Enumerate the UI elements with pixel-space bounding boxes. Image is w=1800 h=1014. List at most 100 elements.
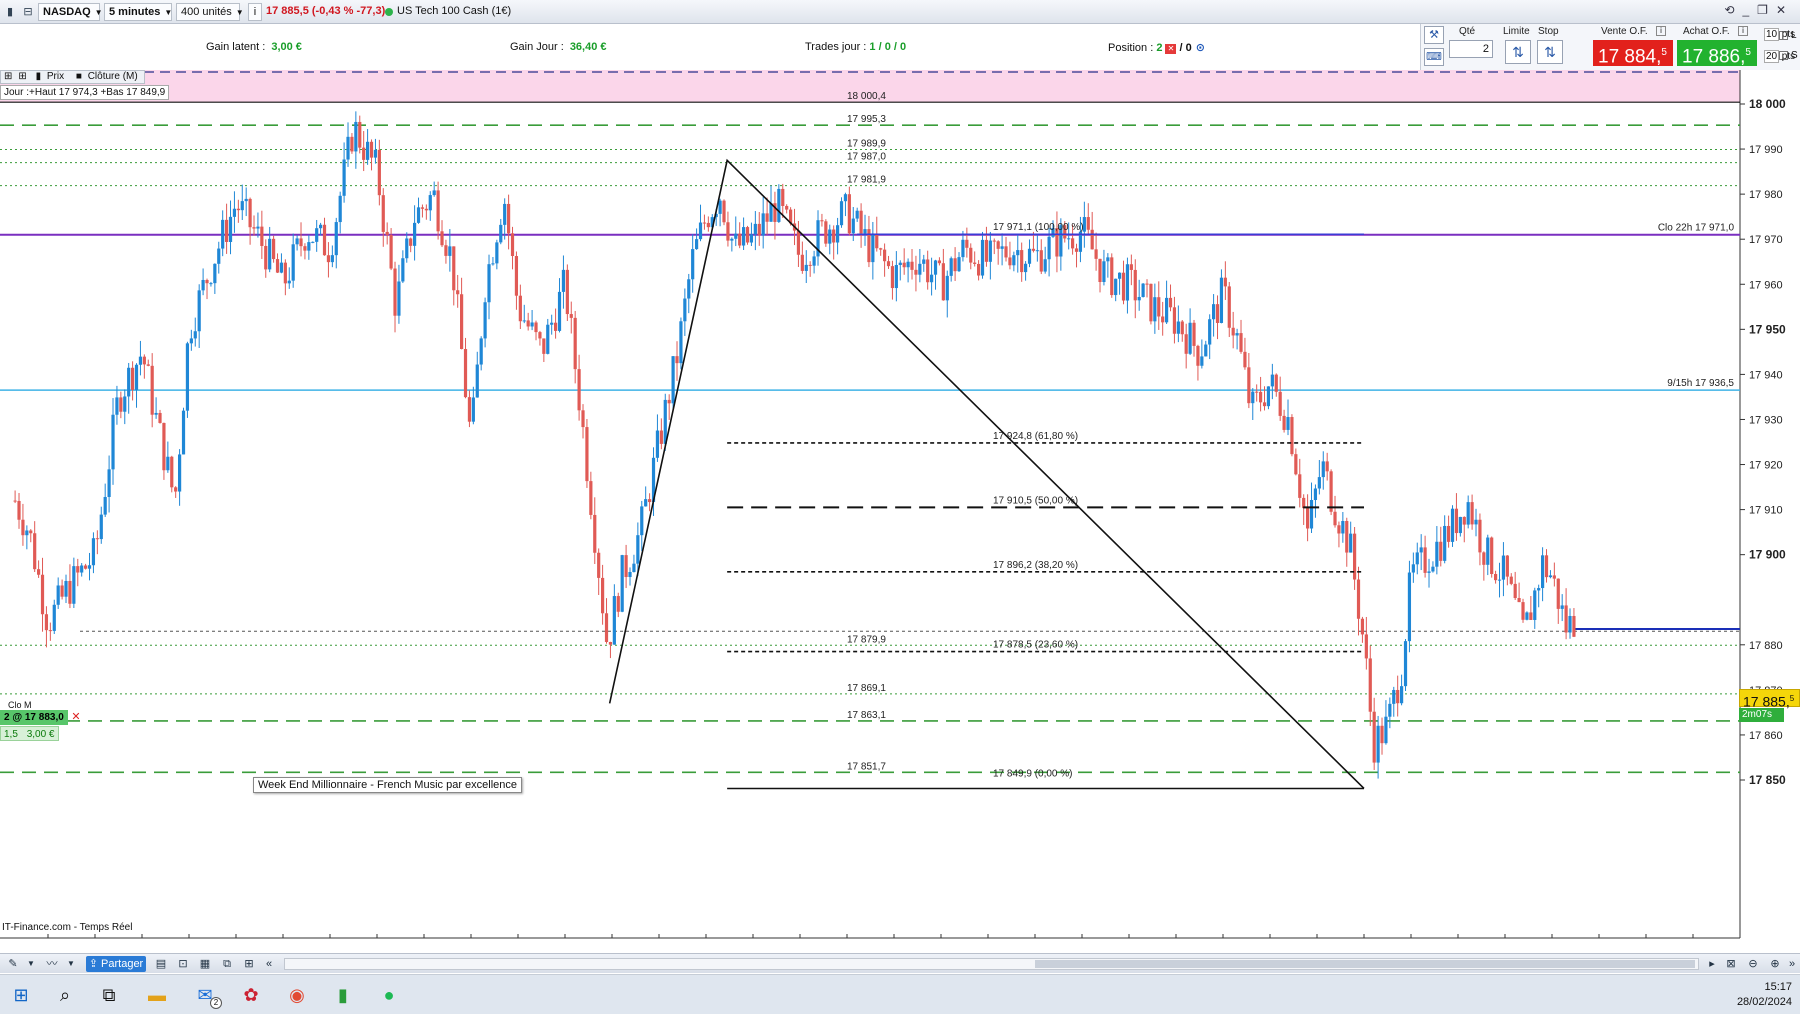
restore-icon[interactable]: ❐ <box>1757 3 1776 17</box>
chart-legend-bar: ⊞ ⊞ ▮ Prix ■ Clôture (M) <box>0 70 145 84</box>
sell-price-button[interactable]: 17 884,5 <box>1593 40 1673 68</box>
scroll-left-fast-icon[interactable]: « <box>262 956 276 972</box>
price-chart[interactable]: 18 000 17 990 17 980 17 970 17 960 17 950 17 9… <box>0 70 1800 940</box>
legend-price[interactable]: ▮ Prix <box>33 71 71 83</box>
status-dot-icon <box>385 8 393 16</box>
prorealtime-icon[interactable]: ▮ <box>330 983 356 1007</box>
candle-body <box>530 322 534 327</box>
chart-type-icon[interactable]: ▮ <box>2 3 18 21</box>
lock-icon[interactable]: ⊟ <box>20 3 36 21</box>
y-tick-label: 17 930 <box>1749 414 1783 426</box>
candle-body <box>949 258 953 276</box>
alert-icon[interactable]: ⊡ <box>174 956 192 972</box>
candle-body <box>448 246 452 256</box>
candle-body <box>1466 502 1470 525</box>
candle-body <box>945 275 949 301</box>
system-clock[interactable]: 15:17 28/02/2024 <box>1737 980 1792 1010</box>
stop-pts-input[interactable]: 20 <box>1764 50 1779 63</box>
game-icon[interactable]: ✿ <box>238 983 264 1007</box>
mail-badge: 2 <box>210 997 222 1009</box>
search-icon[interactable]: ⌕ <box>52 983 78 1007</box>
file-explorer-icon[interactable]: ▬ <box>144 983 170 1007</box>
current-price-flag: 17 885,5 <box>1739 689 1800 710</box>
limit-label: Limite <box>1503 26 1530 37</box>
chevron-down-icon[interactable]: ▼ <box>66 956 76 972</box>
task-view-icon[interactable]: ⧉ <box>96 983 122 1007</box>
candle-body <box>1380 725 1384 744</box>
candle-body <box>397 281 401 316</box>
table-icon[interactable]: ▤ <box>152 956 170 972</box>
compare-icon[interactable]: ⧉ <box>218 956 236 972</box>
candle-body <box>232 208 237 217</box>
chart-canvas[interactable]: 18 000 17 990 17 980 17 970 17 960 17 950 17 9… <box>0 70 1800 940</box>
candle-body <box>25 530 29 536</box>
buy-label: Achat O.F. <box>1683 26 1730 37</box>
zoom-out-icon[interactable]: ⊖ <box>1744 956 1762 972</box>
close-icon[interactable]: ✕ <box>1776 3 1794 17</box>
limit-pts-input[interactable]: 10 <box>1764 28 1779 41</box>
candle-body <box>1016 250 1020 256</box>
add-icon[interactable]: ⊞ <box>1 71 15 83</box>
scroll-thumb[interactable] <box>1035 960 1695 968</box>
chevron-down-icon: ▼ <box>235 8 244 17</box>
candle-body <box>322 224 327 256</box>
share-button[interactable]: ⇪ Partager <box>86 956 146 972</box>
candle-body <box>863 229 867 234</box>
wrench-icon[interactable]: ⚒ <box>1424 26 1444 44</box>
timeframe-select[interactable]: 5 minutes ▼ <box>104 3 172 21</box>
candle-body <box>1282 415 1286 430</box>
limit-order-button[interactable]: ⇅ <box>1505 40 1531 64</box>
layout-icon[interactable]: ⊞ <box>240 956 258 972</box>
candle-body <box>401 258 405 282</box>
scroll-right-fast-icon[interactable]: » <box>1786 956 1798 972</box>
close-icon[interactable]: ✕ <box>70 711 82 724</box>
candle-body <box>1337 525 1341 534</box>
close-position-icon[interactable]: ✕ <box>1165 44 1177 54</box>
candle-body <box>354 121 358 152</box>
zoom-in-icon[interactable]: ⊕ <box>1766 956 1784 972</box>
units-select[interactable]: 400 unités ▼ <box>176 3 244 21</box>
buy-info-icon[interactable]: i <box>1738 26 1748 36</box>
refresh-icon[interactable]: ⟲ <box>1724 3 1742 17</box>
search-icon[interactable]: ⊙ <box>1196 41 1205 54</box>
stop-order-button[interactable]: ⇅ <box>1537 40 1563 64</box>
minimize-icon[interactable]: _ <box>1742 3 1757 17</box>
legend-close[interactable]: ■ Clôture (M) <box>73 71 144 83</box>
y-tick-label: 17 970 <box>1749 234 1783 246</box>
chevron-down-icon[interactable]: ▼ <box>26 956 36 972</box>
candle-body <box>1121 272 1126 301</box>
candle-body <box>843 194 848 202</box>
candle-body <box>107 469 111 497</box>
candle-body <box>534 322 538 333</box>
candle-body <box>444 245 448 256</box>
info-button[interactable]: i <box>248 3 262 21</box>
chrome-icon[interactable]: ◉ <box>284 983 310 1007</box>
candle-body <box>1102 261 1106 283</box>
candle-body <box>820 220 824 222</box>
legend-price-label: Prix <box>46 71 65 82</box>
candle-body <box>507 203 511 234</box>
add-indicator-icon[interactable]: ⊞ <box>15 71 29 83</box>
candle-body <box>1564 605 1568 633</box>
candle-body <box>1192 322 1196 346</box>
spotify-icon[interactable]: ● <box>376 983 402 1007</box>
sell-info-icon[interactable]: i <box>1656 26 1666 36</box>
qty-input[interactable]: 2 <box>1449 40 1493 58</box>
candle-body <box>416 207 421 223</box>
horizontal-scrollbar[interactable] <box>284 958 1699 970</box>
candle-body <box>495 242 499 264</box>
candle-body <box>1486 537 1490 565</box>
candle-body <box>1548 575 1553 578</box>
windows-start-icon[interactable]: ⊞ <box>8 983 34 1007</box>
candle-body <box>1400 686 1404 704</box>
keyboard-icon[interactable]: ⌨ <box>1424 48 1444 66</box>
instrument-select[interactable]: NASDAQ ▼ <box>38 3 103 21</box>
zoom-area-icon[interactable]: ⊠ <box>1722 956 1740 972</box>
position-badge[interactable]: 2 @ 17 883,0 <box>0 710 68 725</box>
scroll-right-icon[interactable]: ▸ <box>1705 956 1719 972</box>
indicator-icon[interactable]: 〰 <box>42 956 62 972</box>
draw-tool-icon[interactable]: ✎ <box>4 956 22 972</box>
grid-icon[interactable]: ▦ <box>196 956 214 972</box>
sell-price: 17 884, <box>1598 46 1662 68</box>
buy-price-button[interactable]: 17 886,5 <box>1677 40 1757 67</box>
